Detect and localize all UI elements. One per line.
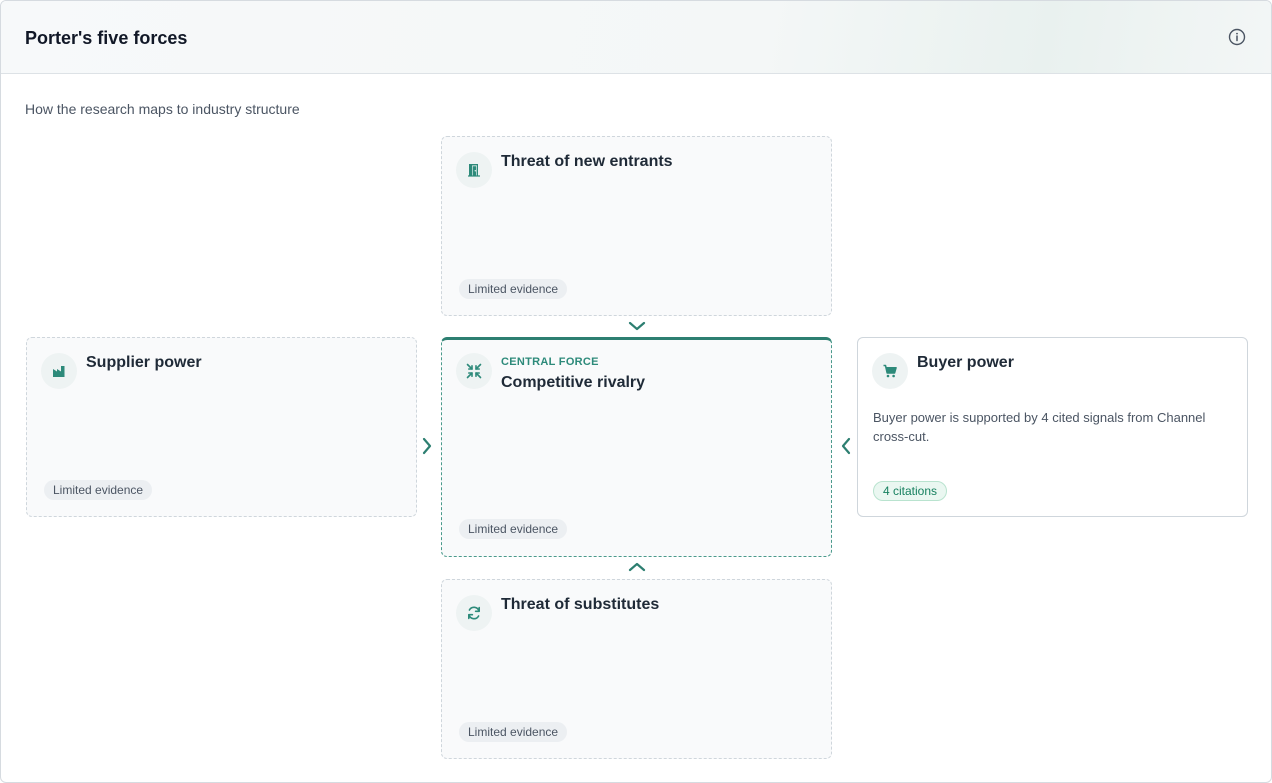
panel-title: Porter's five forces bbox=[25, 28, 188, 48]
info-icon[interactable] bbox=[1228, 28, 1246, 46]
force-description: Buyer power is supported by 4 cited sign… bbox=[873, 410, 1206, 444]
chevron-up-icon bbox=[628, 562, 646, 572]
force-title: Supplier power bbox=[86, 354, 202, 371]
porters-five-forces-panel: Porter's five forces How the research ma… bbox=[0, 0, 1272, 783]
force-title: Threat of substitutes bbox=[501, 596, 660, 613]
cart-icon bbox=[872, 353, 908, 389]
force-card-buyer: Buyer power Buyer power is supported by … bbox=[857, 337, 1248, 517]
force-card-substitutes: Threat of substitutes Limited evidence bbox=[441, 579, 832, 759]
force-title: Threat of new entrants bbox=[501, 153, 673, 170]
evidence-badge: Limited evidence bbox=[459, 722, 568, 742]
refresh-icon bbox=[456, 595, 492, 631]
compress-arrows-icon bbox=[456, 353, 492, 389]
chevron-left-icon bbox=[841, 437, 851, 455]
force-card-supplier: Supplier power Limited evidence bbox=[26, 337, 417, 517]
force-card-rivalry: CENTRAL FORCE Competitive rivalry Limite… bbox=[441, 337, 832, 557]
panel-header: Porter's five forces bbox=[1, 1, 1271, 74]
evidence-badge: Limited evidence bbox=[459, 279, 568, 299]
chevron-right-icon bbox=[422, 437, 432, 455]
factory-icon bbox=[41, 353, 77, 389]
evidence-badge: Limited evidence bbox=[459, 519, 568, 539]
force-title: Buyer power bbox=[917, 354, 1014, 371]
citations-badge[interactable]: 4 citations bbox=[873, 481, 948, 501]
panel-subtitle: How the research maps to industry struct… bbox=[25, 101, 300, 117]
central-force-label: CENTRAL FORCE bbox=[501, 356, 599, 368]
chevron-down-icon bbox=[628, 321, 646, 331]
evidence-badge: Limited evidence bbox=[44, 480, 153, 500]
door-icon bbox=[456, 152, 492, 188]
force-title: Competitive rivalry bbox=[501, 374, 646, 391]
force-card-new-entrants: Threat of new entrants Limited evidence bbox=[441, 136, 832, 316]
